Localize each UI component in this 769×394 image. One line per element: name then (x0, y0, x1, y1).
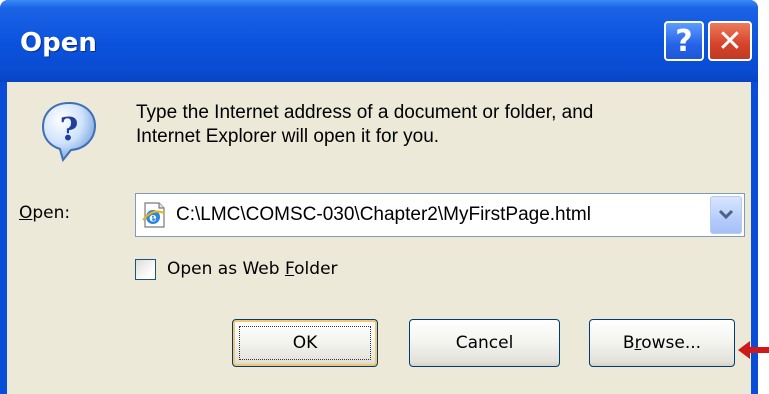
browse-button[interactable]: Browse... (589, 319, 735, 367)
web-folder-checkbox[interactable] (135, 259, 156, 280)
instruction-line-1: Type the Internet address of a document … (136, 102, 594, 123)
address-value[interactable]: C:\LMC\COMSC-030\Chapter2\MyFirstPage.ht… (176, 204, 591, 226)
web-folder-label[interactable]: Open as Web Folder (167, 259, 338, 279)
focus-rectangle (239, 326, 371, 360)
svg-text:?: ? (60, 110, 79, 148)
cancel-button[interactable]: Cancel (409, 319, 560, 367)
close-icon: ✕ (717, 23, 743, 59)
question-icon: ? (41, 101, 97, 163)
address-combobox[interactable]: e C:\LMC\COMSC-030\Chapter2\MyFirstPage.… (135, 193, 745, 237)
ie-page-icon: e (142, 202, 165, 228)
browse-button-label: Browse... (622, 333, 702, 353)
window-title: Open (20, 28, 97, 58)
cancel-button-label: Cancel (455, 333, 514, 353)
title-bar[interactable]: Open ? ✕ (0, 0, 758, 82)
help-button[interactable]: ? (664, 21, 704, 61)
red-arrow-icon (738, 341, 769, 359)
help-icon: ? (675, 23, 693, 59)
instruction-text: Type the Internet address of a document … (136, 101, 736, 149)
dropdown-button[interactable] (710, 196, 742, 234)
chevron-down-icon (718, 209, 734, 220)
close-button[interactable]: ✕ (708, 21, 752, 61)
ok-button[interactable]: OK (232, 319, 378, 367)
open-label: Open: (19, 203, 71, 223)
instruction-line-2: Internet Explorer will open it for you. (136, 126, 440, 147)
